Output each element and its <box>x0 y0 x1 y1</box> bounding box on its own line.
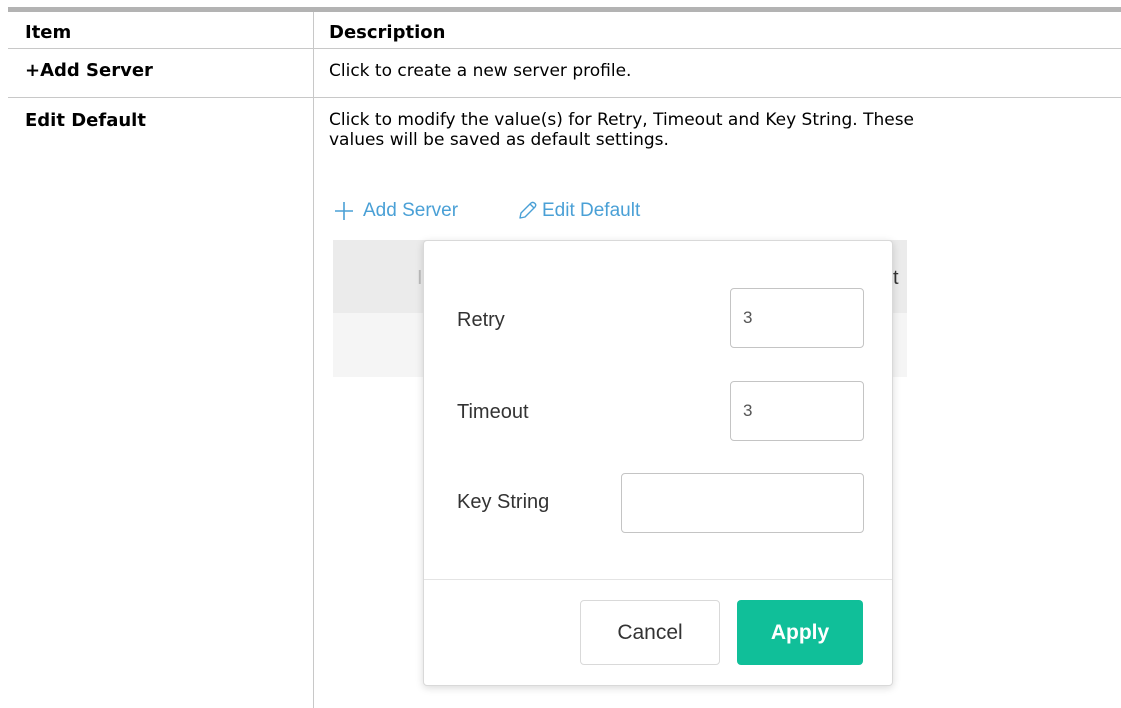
pencil-icon <box>516 200 538 222</box>
table-top-rule <box>8 7 1121 12</box>
row-divider <box>8 97 1121 98</box>
description-line: Click to modify the value(s) for Retry, … <box>329 110 915 130</box>
column-header-item: Item <box>25 22 72 43</box>
timeout-input[interactable] <box>730 381 864 441</box>
item-add-server: +Add Server <box>25 60 153 81</box>
plus-icon <box>333 200 355 222</box>
edit-default-link[interactable]: Edit Default <box>516 200 640 222</box>
column-separator <box>313 12 314 708</box>
header-fragment: t <box>893 267 899 289</box>
edit-default-dialog: Retry Timeout Key String Cancel Apply <box>423 240 893 686</box>
item-edit-default: Edit Default <box>25 110 146 131</box>
add-server-label: Add Server <box>363 200 459 221</box>
add-server-link[interactable]: Add Server <box>333 200 458 222</box>
retry-label: Retry <box>457 309 505 331</box>
edit-default-label: Edit Default <box>542 200 641 221</box>
column-header-description: Description <box>329 22 446 43</box>
timeout-label: Timeout <box>457 401 529 423</box>
header-fragment: I <box>417 267 423 289</box>
key-string-input[interactable] <box>621 473 864 533</box>
edit-default-screenshot: Add Server Edit Default I t Retry Timeou… <box>333 195 907 700</box>
apply-button[interactable]: Apply <box>737 600 863 665</box>
dialog-footer-divider <box>424 579 892 580</box>
cancel-button[interactable]: Cancel <box>580 600 720 665</box>
description-edit-default: Click to modify the value(s) for Retry, … <box>329 110 1089 150</box>
retry-input[interactable] <box>730 288 864 348</box>
key-string-label: Key String <box>457 491 550 513</box>
row-divider <box>8 48 1121 49</box>
description-add-server: Click to create a new server profile. <box>329 61 632 81</box>
description-line: values will be saved as default settings… <box>329 130 669 150</box>
